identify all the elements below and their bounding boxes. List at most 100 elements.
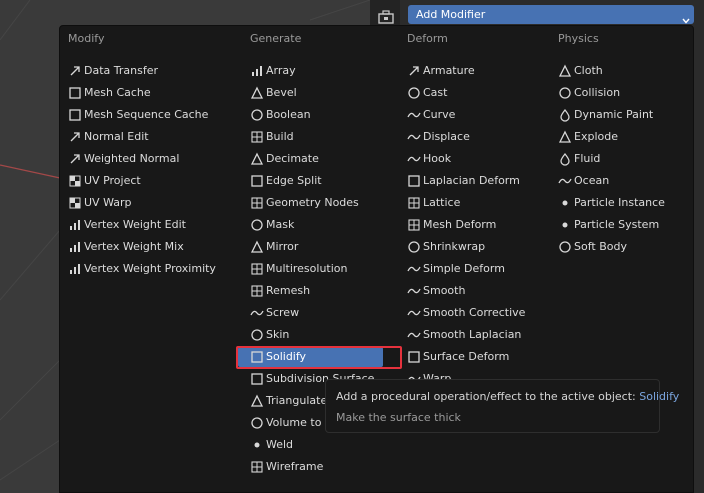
- menu-item-label: Mask: [266, 218, 295, 231]
- add-modifier-button[interactable]: Add Modifier: [408, 5, 694, 24]
- solidify-icon: [250, 350, 264, 364]
- menu-item-label: Particle Instance: [574, 196, 665, 209]
- menu-item-label: Array: [266, 64, 296, 77]
- menu-item-geometry-nodes[interactable]: Geometry Nodes: [242, 193, 397, 213]
- menu-item-label: Simple Deform: [423, 262, 505, 275]
- menu-item-laplacian-deform[interactable]: Laplacian Deform: [399, 171, 549, 191]
- menu-item-label: Curve: [423, 108, 456, 121]
- menu-item-data-transfer[interactable]: Data Transfer: [60, 61, 235, 81]
- menu-item-smooth-corrective[interactable]: Smooth Corrective: [399, 303, 549, 323]
- hook-icon: [407, 152, 421, 166]
- toolbox-icon[interactable]: [378, 10, 394, 24]
- menu-item-lattice[interactable]: Lattice: [399, 193, 549, 213]
- menu-item-label: Edge Split: [266, 174, 322, 187]
- menu-item-ocean[interactable]: Ocean: [550, 171, 690, 191]
- menu-item-edge-split[interactable]: Edge Split: [242, 171, 397, 191]
- menu-item-boolean[interactable]: Boolean: [242, 105, 397, 125]
- soft-body-icon: [558, 240, 572, 254]
- dynamic-paint-icon: [558, 108, 572, 122]
- menu-item-label: Build: [266, 130, 294, 143]
- menu-item-fluid[interactable]: Fluid: [550, 149, 690, 169]
- menu-item-label: Boolean: [266, 108, 311, 121]
- weld-icon: [250, 438, 264, 452]
- menu-item-vertex-weight-edit[interactable]: Vertex Weight Edit: [60, 215, 235, 235]
- menu-item-label: Particle System: [574, 218, 660, 231]
- menu-item-label: Lattice: [423, 196, 461, 209]
- menu-item-soft-body[interactable]: Soft Body: [550, 237, 690, 257]
- menu-item-mask[interactable]: Mask: [242, 215, 397, 235]
- menu-item-label: Remesh: [266, 284, 311, 297]
- menu-item-label: Hook: [423, 152, 452, 165]
- simple-deform-icon: [407, 262, 421, 276]
- menu-item-weld[interactable]: Weld: [242, 435, 397, 455]
- menu-item-cast[interactable]: Cast: [399, 83, 549, 103]
- skin-icon: [250, 328, 264, 342]
- particle-instance-icon: [558, 196, 572, 210]
- menu-item-remesh[interactable]: Remesh: [242, 281, 397, 301]
- subdivision-surface-icon: [250, 372, 264, 386]
- menu-item-explode[interactable]: Explode: [550, 127, 690, 147]
- menu-item-cloth[interactable]: Cloth: [550, 61, 690, 81]
- menu-item-bevel[interactable]: Bevel: [242, 83, 397, 103]
- menu-item-uv-warp[interactable]: UV Warp: [60, 193, 235, 213]
- menu-item-normal-edit[interactable]: Normal Edit: [60, 127, 235, 147]
- menu-item-armature[interactable]: Armature: [399, 61, 549, 81]
- menu-item-label: Triangulate: [266, 394, 328, 407]
- menu-item-screw[interactable]: Screw: [242, 303, 397, 323]
- menu-item-decimate[interactable]: Decimate: [242, 149, 397, 169]
- menu-item-multiresolution[interactable]: Multiresolution: [242, 259, 397, 279]
- collision-icon: [558, 86, 572, 100]
- menu-item-mirror[interactable]: Mirror: [242, 237, 397, 257]
- menu-item-smooth[interactable]: Smooth: [399, 281, 549, 301]
- tooltip-description: Add a procedural operation/effect to the…: [336, 390, 636, 403]
- cloth-icon: [558, 64, 572, 78]
- menu-item-mesh-cache[interactable]: Mesh Cache: [60, 83, 235, 103]
- menu-item-curve[interactable]: Curve: [399, 105, 549, 125]
- geometry-nodes-icon: [250, 196, 264, 210]
- menu-item-label: Solidify: [266, 350, 307, 363]
- menu-item-mesh-sequence-cache[interactable]: Mesh Sequence Cache: [60, 105, 235, 125]
- array-icon: [250, 64, 264, 78]
- menu-item-simple-deform[interactable]: Simple Deform: [399, 259, 549, 279]
- menu-item-skin[interactable]: Skin: [242, 325, 397, 345]
- armature-icon: [407, 64, 421, 78]
- menu-item-label: Fluid: [574, 152, 601, 165]
- menu-item-label: Mesh Sequence Cache: [84, 108, 209, 121]
- menu-item-label: Weighted Normal: [84, 152, 180, 165]
- menu-item-array[interactable]: Array: [242, 61, 397, 81]
- menu-item-wireframe[interactable]: Wireframe: [242, 457, 397, 477]
- menu-item-label: Decimate: [266, 152, 319, 165]
- menu-item-label: Ocean: [574, 174, 610, 187]
- menu-item-uv-project[interactable]: UV Project: [60, 171, 235, 191]
- menu-item-label: Vertex Weight Proximity: [84, 262, 216, 275]
- menu-item-hook[interactable]: Hook: [399, 149, 549, 169]
- menu-item-particle-system[interactable]: Particle System: [550, 215, 690, 235]
- menu-item-vertex-weight-mix[interactable]: Vertex Weight Mix: [60, 237, 235, 257]
- menu-item-label: Shrinkwrap: [423, 240, 486, 253]
- menu-item-mesh-deform[interactable]: Mesh Deform: [399, 215, 549, 235]
- menu-item-vertex-weight-proximity[interactable]: Vertex Weight Proximity: [60, 259, 235, 279]
- smooth-laplacian-icon: [407, 328, 421, 342]
- menu-item-solidify[interactable]: Solidify: [238, 347, 383, 367]
- menu-item-label: Mesh Cache: [84, 86, 151, 99]
- menu-item-label: Data Transfer: [84, 64, 158, 77]
- menu-item-build[interactable]: Build: [242, 127, 397, 147]
- menu-column-header: Physics: [558, 32, 599, 45]
- menu-item-label: Smooth: [423, 284, 466, 297]
- menu-item-particle-instance[interactable]: Particle Instance: [550, 193, 690, 213]
- smooth-icon: [407, 284, 421, 298]
- menu-item-shrinkwrap[interactable]: Shrinkwrap: [399, 237, 549, 257]
- fluid-icon: [558, 152, 572, 166]
- menu-item-collision[interactable]: Collision: [550, 83, 690, 103]
- menu-item-label: Surface Deform: [423, 350, 510, 363]
- multiresolution-icon: [250, 262, 264, 276]
- menu-item-smooth-laplacian[interactable]: Smooth Laplacian: [399, 325, 549, 345]
- decimate-icon: [250, 152, 264, 166]
- uv-warp-icon: [68, 196, 82, 210]
- menu-item-surface-deform[interactable]: Surface Deform: [399, 347, 549, 367]
- menu-item-label: Multiresolution: [266, 262, 348, 275]
- tooltip-operator-name: Solidify: [639, 390, 680, 403]
- menu-item-displace[interactable]: Displace: [399, 127, 549, 147]
- menu-item-dynamic-paint[interactable]: Dynamic Paint: [550, 105, 690, 125]
- menu-item-weighted-normal[interactable]: Weighted Normal: [60, 149, 235, 169]
